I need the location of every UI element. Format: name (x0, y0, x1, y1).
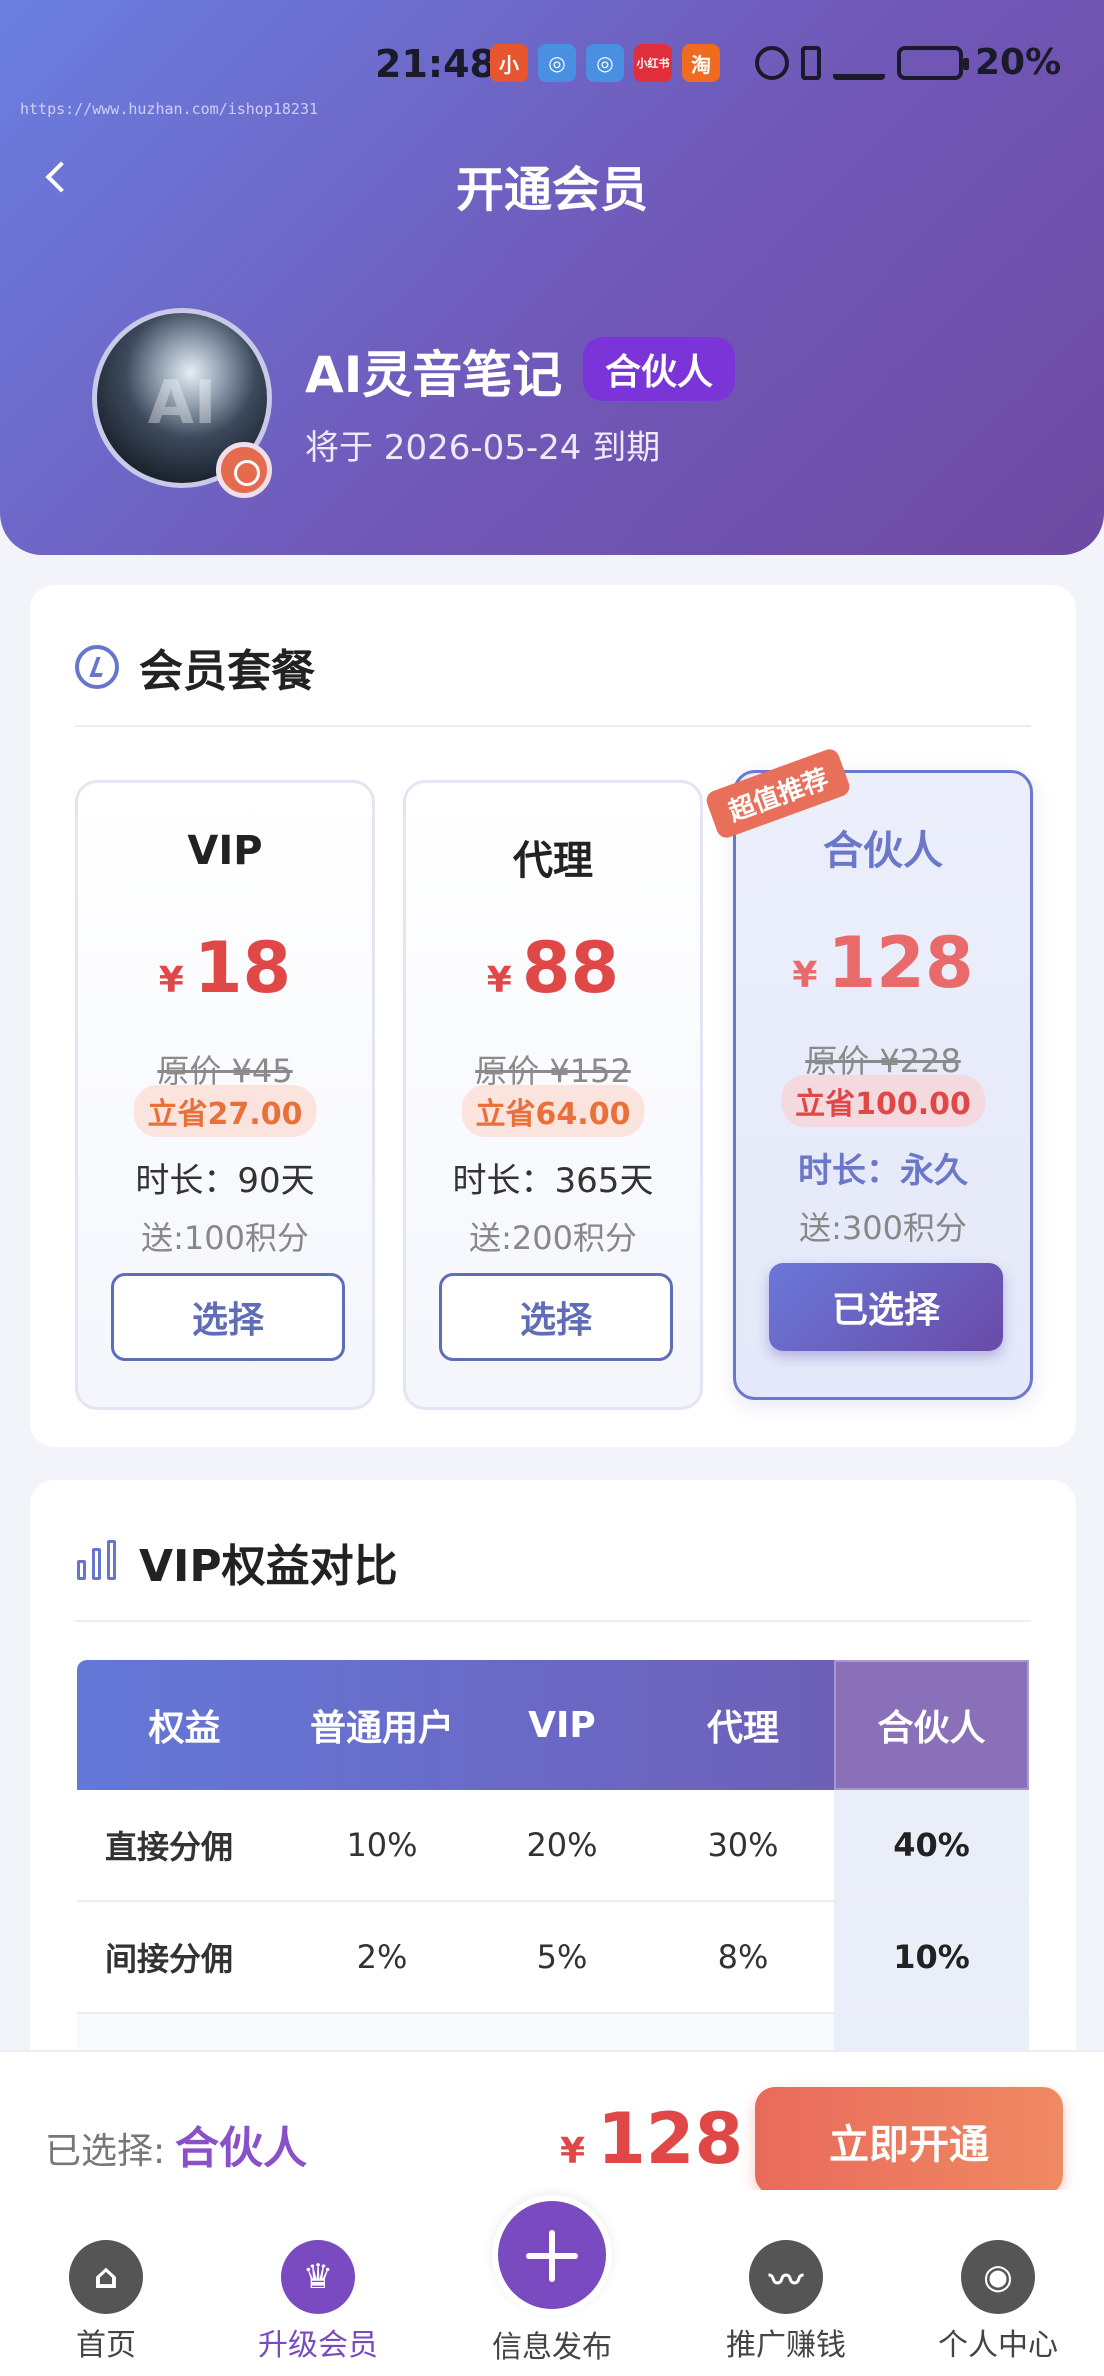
selected-label: 已选择: (45, 2131, 166, 2172)
table-header-cell: 代理 (706, 1708, 779, 1749)
clock-icon (75, 645, 119, 689)
signal-icon (833, 46, 885, 80)
divider (75, 1620, 1031, 1622)
plan-price: ¥128 (736, 928, 1030, 1011)
table-cell: 间接分佣 (105, 1940, 234, 1978)
home-icon: ⌂ (69, 2240, 143, 2314)
status-time: 21:48 (375, 42, 496, 86)
plan-price: ¥88 (406, 933, 700, 1016)
plan-savings-badge: 立省100.00 (781, 1075, 985, 1127)
plan-name: 合伙人 (823, 828, 943, 874)
table-cell: 直接分佣 (105, 1828, 234, 1866)
table-cell: 2% (356, 1938, 408, 1976)
plan-points: 送:200积分 (469, 1219, 637, 1257)
table-row: 直接分佣 10% 20% 30% 40% (77, 1790, 1029, 1902)
total-price-value: 128 (597, 2098, 744, 2180)
bar-chart-icon (75, 1540, 119, 1584)
currency-symbol: ¥ (486, 960, 512, 1001)
table-cell: 10% (346, 1826, 418, 1864)
taobao-icon: 淘 (682, 44, 720, 82)
plan-duration: 时长：365天 (452, 1161, 654, 1201)
tab-publish-label: 信息发布 (492, 2330, 612, 2365)
status-bar: 21:48 小 ◎ ◎ 小红书 淘 20% (0, 42, 1104, 92)
plan-price: ¥18 (78, 933, 372, 1016)
tab-upgrade[interactable]: ♛ 升级会员 (238, 2240, 398, 2364)
plan-name: VIP (187, 828, 263, 874)
section-title: VIP权益对比 (139, 1541, 398, 1592)
publish-plus-button[interactable] (492, 2195, 612, 2315)
section-title: 会员套餐 (139, 646, 315, 697)
user-icon: ◉ (961, 2240, 1035, 2314)
open-now-button[interactable]: 立即开通 (755, 2087, 1063, 2195)
status-app-icons: 小 ◎ ◎ 小红书 淘 (490, 44, 720, 82)
divider (75, 725, 1031, 727)
select-agent-button[interactable]: 选择 (439, 1273, 673, 1361)
plan-savings-badge: 立省27.00 (133, 1085, 317, 1137)
tab-home[interactable]: ⌂ 首页 (26, 2240, 186, 2364)
user-name: AI灵音笔记 (305, 346, 563, 404)
tab-label: 推广赚钱 (726, 2328, 846, 2363)
table-cell: 5% (536, 1938, 588, 1976)
plan-points: 送:300积分 (799, 1209, 967, 1247)
currency-symbol: ¥ (560, 2131, 586, 2172)
app-notification-icon: 小 (490, 44, 528, 82)
table-header-cell-highlight: 合伙人 (834, 1660, 1029, 1790)
plans-card: 会员套餐 VIP ¥18 原价 ¥45 立省27.00 时长：90天 送:100… (30, 585, 1076, 1447)
plan-points: 送:100积分 (141, 1219, 309, 1257)
table-cell: 20% (526, 1826, 598, 1864)
watermark: https://www.huzhan.com/ishop18231 (20, 100, 319, 118)
plan-list: VIP ¥18 原价 ¥45 立省27.00 时长：90天 送:100积分 选择… (75, 746, 1035, 1410)
plan-name: 代理 (513, 838, 593, 884)
xiaohongshu-icon: 小红书 (634, 44, 672, 82)
plan-agent[interactable]: 代理 ¥88 原价 ¥152 立省64.00 时长：365天 送:200积分 选… (403, 780, 703, 1410)
chat-trend-icon: 〰 (749, 2240, 823, 2314)
tab-label: 首页 (76, 2328, 136, 2363)
table-header-cell: VIP (528, 1704, 596, 1746)
table-cell-highlight: 10% (834, 1902, 1029, 2012)
table-header-cell: 普通用户 (309, 1708, 454, 1749)
table-row: 间接分佣 2% 5% 8% 10% (77, 1902, 1029, 2014)
currency-symbol: ¥ (792, 955, 818, 996)
table-cell-highlight: 40% (834, 1790, 1029, 1900)
crown-icon: ♛ (281, 2240, 355, 2314)
avatar-badge-icon (216, 442, 272, 498)
tab-label: 个人中心 (938, 2328, 1058, 2363)
app-notification-icon: ◎ (586, 44, 624, 82)
bluetooth-icon (801, 45, 821, 80)
expire-date: 将于 2026-05-24 到期 (305, 428, 661, 468)
plan-price-value: 88 (521, 927, 620, 1009)
app-notification-icon: ◎ (538, 44, 576, 82)
avatar-image: AI (147, 368, 217, 438)
plans-section-header: 会员套餐 (75, 637, 315, 697)
select-vip-button[interactable]: 选择 (111, 1273, 345, 1361)
compare-section-header: VIP权益对比 (75, 1532, 398, 1592)
status-system-icons: 20% (755, 42, 1061, 83)
plan-savings-badge: 立省64.00 (461, 1085, 645, 1137)
plan-duration: 时长：永久 (798, 1151, 968, 1191)
plan-duration: 时长：90天 (135, 1161, 315, 1201)
total-price: ¥128 (560, 2098, 743, 2180)
table-header-cell: 权益 (148, 1708, 221, 1749)
table-header: 权益 普通用户 VIP 代理 合伙人 (77, 1660, 1029, 1790)
currency-symbol: ¥ (158, 960, 184, 1001)
page-title: 开通会员 (455, 162, 648, 218)
header: 21:48 小 ◎ ◎ 小红书 淘 20% https://www.huzhan… (0, 0, 1104, 555)
plan-vip[interactable]: VIP ¥18 原价 ¥45 立省27.00 时长：90天 送:100积分 选择 (75, 780, 375, 1410)
tab-profile[interactable]: ◉ 个人中心 (918, 2240, 1078, 2364)
battery-icon (897, 45, 969, 80)
table-cell: 8% (717, 1938, 769, 1976)
tab-promote[interactable]: 〰 推广赚钱 (706, 2240, 866, 2364)
plan-price-value: 128 (827, 922, 974, 1004)
alarm-icon (755, 45, 789, 80)
battery-level: 20% (975, 42, 1062, 83)
selected-partner-button[interactable]: 已选择 (769, 1263, 1003, 1351)
selected-plan: 合伙人 (175, 2123, 307, 2174)
tab-label: 升级会员 (258, 2328, 378, 2363)
plan-partner[interactable]: 超值推荐 合伙人 ¥128 原价 ¥228 立省100.00 时长：永久 送:3… (703, 746, 1033, 1400)
table-cell: 30% (707, 1826, 779, 1864)
role-badge: 合伙人 (583, 337, 736, 401)
plan-price-value: 18 (193, 927, 292, 1009)
